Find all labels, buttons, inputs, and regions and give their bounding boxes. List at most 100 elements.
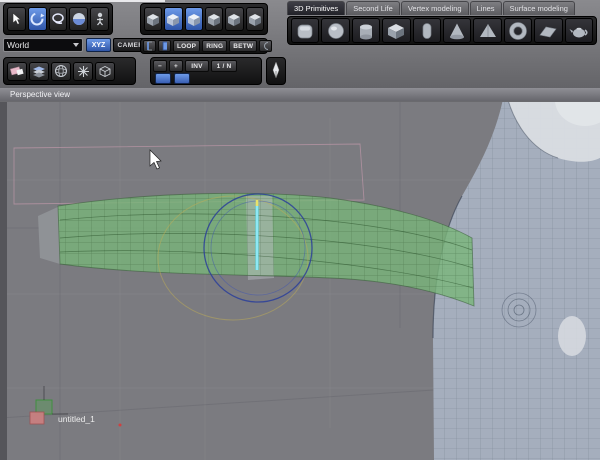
edge-pick-button[interactable] [143, 40, 156, 52]
one-n-button[interactable]: 1 / N [211, 60, 237, 72]
primitive-pyramid-button[interactable] [473, 18, 502, 43]
primitive-teapot-button[interactable] [564, 18, 594, 43]
select-arrow-button[interactable] [7, 7, 26, 31]
wire-sphere-icon [55, 65, 67, 77]
sphere-grid-tool-button[interactable] [51, 61, 71, 81]
tab-vertex-modeling[interactable]: Vertex modeling [400, 1, 469, 15]
soft-cube-icon [297, 24, 313, 38]
adjust-row-1: − + INV 1 / N [153, 60, 259, 72]
select-mode-vertex-button[interactable] [144, 7, 163, 31]
sphere-tool-icon [72, 13, 85, 25]
viewport-canvas[interactable]: untitled_1 [0, 88, 600, 460]
cursor-arrow-icon [13, 12, 22, 25]
primitive-cylinder-button[interactable] [351, 18, 381, 43]
tab-lines[interactable]: Lines [469, 1, 502, 15]
tab-surface-modeling[interactable]: Surface modeling [502, 1, 575, 15]
primitive-plane-button[interactable] [534, 18, 563, 43]
tool-tabs: 3D Primitives Second Life Vertex modelin… [287, 1, 600, 15]
primitive-cone-button[interactable] [443, 18, 472, 43]
invert-selection-button[interactable]: INV [185, 60, 209, 72]
world-selector-value: World [7, 40, 30, 50]
plane-icon [539, 26, 557, 37]
select-filter-b-button[interactable] [174, 73, 190, 84]
star-icon [77, 65, 89, 77]
cube-icon [388, 23, 405, 39]
plus-label: + [174, 62, 178, 70]
face-cube-icon [187, 13, 200, 26]
select-filter-a-button[interactable] [155, 73, 171, 84]
primitive-soft-cube-button[interactable] [291, 18, 320, 43]
lasso-tool-button[interactable] [48, 7, 68, 31]
select-mode-edge-button[interactable] [164, 7, 183, 31]
select-mode-all-button[interactable] [245, 7, 264, 31]
sphere-icon [327, 22, 344, 39]
loop-button[interactable]: LOOP [173, 40, 201, 52]
viewport-header: Perspective view [0, 88, 600, 102]
eraser-tool-button[interactable] [7, 61, 27, 81]
primitive-torus-button[interactable] [503, 18, 533, 43]
primitives-panel [287, 16, 597, 45]
tab-label: 3D Primitives [294, 4, 339, 13]
face-pick-icon [162, 41, 167, 51]
select-mode-loop-button[interactable] [225, 7, 244, 31]
xyz-label: XYZ [91, 41, 106, 49]
figure-tool-button[interactable] [90, 7, 109, 31]
viewport-left-edge [0, 88, 7, 460]
loop-label: LOOP [177, 42, 197, 50]
shrink-selection-button[interactable]: − [153, 60, 167, 72]
tab-label: Lines [476, 4, 495, 13]
object-cube-icon [208, 13, 221, 26]
capsule-icon [422, 22, 432, 39]
adjust-row-2 [153, 73, 259, 84]
ring-label: RING [206, 42, 224, 50]
face-pick-button[interactable] [158, 40, 171, 52]
tab-label: Vertex modeling [407, 4, 462, 13]
grow-pick-button[interactable] [259, 40, 273, 52]
layers-icon [33, 66, 45, 77]
minus-label: − [158, 62, 162, 70]
betw-button[interactable]: BETW [229, 40, 258, 52]
betw-label: BETW [233, 42, 254, 50]
top-toolbar: World XYZ CAMERA LOOP RING BETW − + INV … [0, 0, 600, 88]
sphere-tool-button[interactable] [69, 7, 89, 31]
tab-3d-primitives[interactable]: 3D Primitives [287, 1, 346, 15]
xyz-button[interactable]: XYZ [86, 38, 111, 52]
utility-tools-panel [3, 57, 136, 85]
select-mode-face-button[interactable] [184, 7, 203, 31]
edge-pick-icon [147, 41, 152, 51]
scene-filename: untitled_1 [58, 414, 95, 424]
selection-adjust-panel: − + INV 1 / N [150, 57, 262, 85]
loop-select-panel: LOOP RING BETW [140, 38, 273, 54]
selection-tools-panel [3, 3, 113, 35]
tab-label: Surface modeling [509, 4, 568, 13]
layers-tool-button[interactable] [29, 61, 49, 81]
eraser-icon [9, 66, 24, 76]
world-selector[interactable]: World [3, 38, 83, 52]
star-tool-button[interactable] [73, 61, 93, 81]
edge-cube-icon [167, 13, 180, 26]
figure-icon [96, 12, 103, 26]
tab-second-life[interactable]: Second Life [346, 1, 400, 15]
loop-cube-icon [228, 13, 241, 26]
primitive-cube-button[interactable] [382, 18, 411, 43]
wire-cube-tool-button[interactable] [95, 61, 115, 81]
grow-selection-button[interactable]: + [169, 60, 183, 72]
vertex-cube-icon [147, 13, 160, 26]
perspective-viewport[interactable]: Perspective view untitled_1 [0, 88, 600, 460]
pen-tool-icon[interactable] [270, 61, 282, 81]
select-mode-panel [140, 3, 268, 35]
pyramid-icon [479, 23, 496, 37]
tab-label: Second Life [353, 4, 393, 13]
rotate-tool-button[interactable] [27, 7, 47, 31]
pen-tool-panel [266, 57, 286, 85]
primitive-sphere-button[interactable] [321, 18, 350, 43]
cone-icon [450, 23, 465, 39]
grow-pick-icon [264, 42, 269, 50]
viewport-label: Perspective view [10, 90, 71, 99]
teapot-icon [569, 27, 588, 37]
primitive-capsule-button[interactable] [412, 18, 442, 43]
window-edge [0, 0, 165, 2]
app-window: World XYZ CAMERA LOOP RING BETW − + INV … [0, 0, 600, 460]
select-mode-object-button[interactable] [204, 7, 224, 31]
ring-button[interactable]: RING [202, 40, 228, 52]
